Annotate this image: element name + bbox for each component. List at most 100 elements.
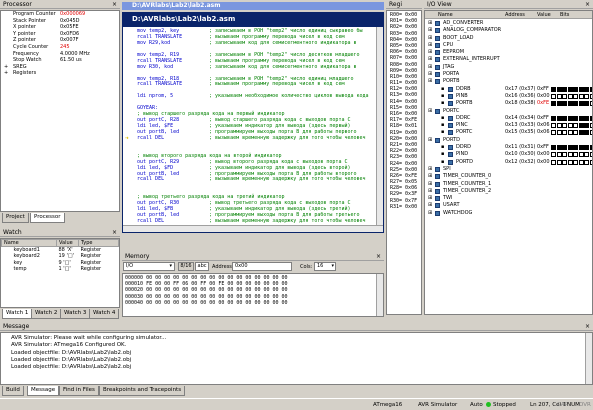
message-tab[interactable]: Build xyxy=(2,386,24,396)
expand-plus-icon[interactable]: ⊞ xyxy=(428,71,432,78)
editor-titlebar[interactable]: D:\AVRlabs\Lab2\lab2.asm xyxy=(122,12,384,26)
bit-indicator[interactable] xyxy=(567,86,573,92)
bit-indicator[interactable] xyxy=(589,101,592,107)
bit-indicator[interactable] xyxy=(551,159,556,165)
bit-indicator[interactable] xyxy=(578,130,584,136)
io-item[interactable]: ⊞ EEPROM xyxy=(425,49,592,56)
bit-indicator[interactable] xyxy=(573,145,578,151)
expand-plus-icon[interactable]: + xyxy=(4,64,8,71)
register-item[interactable]: R09= 0x00 xyxy=(387,68,417,74)
bit-indicator[interactable] xyxy=(573,159,578,165)
io-item[interactable]: ⊞ WATCHDOG xyxy=(425,210,592,217)
bit-indicator[interactable] xyxy=(584,115,589,121)
bit-indicator[interactable] xyxy=(562,145,567,151)
bit-indicator[interactable] xyxy=(562,86,567,92)
processor-row[interactable]: + Registers xyxy=(1,70,119,77)
bit-indicator[interactable] xyxy=(573,93,578,99)
register-item[interactable]: R14= 0x00 xyxy=(387,99,417,105)
expand-plus-icon[interactable]: ⊞ xyxy=(428,49,432,56)
bit-indicator[interactable] xyxy=(573,130,578,136)
message-tab[interactable]: Find in Files xyxy=(59,386,99,396)
bit-indicator[interactable] xyxy=(589,145,592,151)
memory-cols-select[interactable]: 16 ▾ xyxy=(314,262,336,271)
io-item[interactable]: ⊞ PORTA xyxy=(425,71,592,78)
memory-close-icon[interactable]: × xyxy=(376,252,381,261)
message-vscrollbar[interactable] xyxy=(585,333,592,384)
io-item[interactable]: ▪ PINC 0x13 (0x33) 0x06 xyxy=(425,122,592,129)
io-close-icon[interactable]: × xyxy=(585,0,590,9)
io-item[interactable]: ⊞ ANALOG_COMPARATOR xyxy=(425,27,592,34)
bit-indicator[interactable] xyxy=(584,123,589,129)
io-item[interactable]: ▪ DDRD 0x11 (0x31) 0xFF xyxy=(425,144,592,151)
register-item[interactable]: R18= 0x01 xyxy=(387,123,417,129)
register-item[interactable]: R29= 0x3F xyxy=(387,191,417,197)
bit-indicator[interactable] xyxy=(573,86,578,92)
bit-indicator[interactable] xyxy=(567,115,573,121)
bit-indicator[interactable] xyxy=(578,115,584,121)
processor-row[interactable]: Stack Pointer 0x045D xyxy=(1,18,119,25)
io-item[interactable]: ▪ DDRB 0x17 (0x37) 0xFF xyxy=(425,86,592,93)
bit-indicator[interactable] xyxy=(556,123,562,129)
io-item[interactable]: ⊞ SPI xyxy=(425,166,592,173)
memory-abc-button[interactable]: abc xyxy=(195,262,209,271)
expand-plus-icon[interactable]: + xyxy=(4,70,8,77)
expand-plus-icon[interactable]: ⊞ xyxy=(428,166,432,173)
expand-plus-icon[interactable]: ⊞ xyxy=(428,195,432,202)
bit-indicator[interactable] xyxy=(578,86,584,92)
bit-indicator[interactable] xyxy=(584,152,589,158)
watch-row[interactable]: keyboard1 88 'X' Register xyxy=(2,247,119,253)
bit-indicator[interactable] xyxy=(584,86,589,92)
bit-indicator[interactable] xyxy=(556,86,562,92)
watch-tab[interactable]: Watch 4 xyxy=(89,309,120,319)
editor-vscrollbar[interactable] xyxy=(376,27,383,226)
bit-indicator[interactable] xyxy=(589,130,592,136)
io-col-address[interactable]: Address xyxy=(505,11,525,19)
io-item[interactable]: ▪ PORTD 0x12 (0x32) 0x00 xyxy=(425,159,592,166)
bit-indicator[interactable] xyxy=(562,152,567,158)
editor-hscrollbar[interactable] xyxy=(123,225,383,232)
expand-plus-icon[interactable]: ⊞ xyxy=(428,56,432,63)
register-item[interactable]: R07= 0x00 xyxy=(387,55,417,61)
io-item[interactable]: ⊞ AD_CONVERTER xyxy=(425,20,592,27)
expand-plus-icon[interactable]: ⊞ xyxy=(428,20,432,27)
bit-indicator[interactable] xyxy=(578,159,584,165)
io-col-bits[interactable]: Bits xyxy=(560,11,569,19)
processor-row[interactable]: + SREG xyxy=(1,64,119,71)
watch-tab[interactable]: Watch 1 xyxy=(2,309,33,319)
bit-indicator[interactable] xyxy=(567,93,573,99)
register-item[interactable]: R24= 0x00 xyxy=(387,161,417,167)
bit-indicator[interactable] xyxy=(589,115,592,121)
bit-indicator[interactable] xyxy=(556,152,562,158)
register-item[interactable]: R30= 0x7F xyxy=(387,198,417,204)
register-item[interactable]: R31= 0x00 xyxy=(387,204,417,210)
watch-close-icon[interactable]: × xyxy=(112,228,117,237)
bit-indicator[interactable] xyxy=(584,145,589,151)
bit-indicator[interactable] xyxy=(556,115,562,121)
watch-row[interactable]: keyboard2 19 '□' Register xyxy=(2,253,119,260)
message-tab[interactable]: Message xyxy=(27,386,60,396)
expand-plus-icon[interactable]: ⊞ xyxy=(428,188,432,195)
expand-plus-icon[interactable]: ⊞ xyxy=(428,137,432,144)
bit-indicator[interactable] xyxy=(556,159,562,165)
expand-plus-icon[interactable]: ⊞ xyxy=(428,108,432,115)
expand-plus-icon[interactable]: ⊞ xyxy=(428,202,432,209)
io-item[interactable]: ▪ PORTB 0x18 (0x38) 0xFE xyxy=(425,100,592,107)
register-item[interactable]: R13= 0x00 xyxy=(387,92,417,98)
bit-indicator[interactable] xyxy=(562,123,567,129)
memory-line[interactable]: 000040 00 00 00 00 00 00 00 00 00 00 00 … xyxy=(123,300,288,306)
bit-indicator[interactable] xyxy=(551,130,556,136)
memory-space-select[interactable]: I/O ▾ xyxy=(123,262,175,271)
io-item[interactable]: ▪ PIND 0x10 (0x30) 0x00 xyxy=(425,151,592,158)
bit-indicator[interactable] xyxy=(562,159,567,165)
io-item[interactable]: ⊞ PORTD xyxy=(425,137,592,144)
bit-indicator[interactable] xyxy=(589,123,592,129)
io-item[interactable]: ⊞ TWI xyxy=(425,195,592,202)
io-item[interactable]: ⊞ EXTERNAL_INTERRUPT xyxy=(425,56,592,63)
bit-indicator[interactable] xyxy=(551,152,556,158)
io-item[interactable]: ⊞ PORTB xyxy=(425,78,592,85)
io-item[interactable]: ⊞ BOOT_LOAD xyxy=(425,35,592,42)
watch-col-type[interactable]: Type xyxy=(78,239,119,247)
io-item[interactable]: ▪ PORTC 0x15 (0x35) 0x06 xyxy=(425,129,592,136)
bit-indicator[interactable] xyxy=(578,93,584,99)
memory-line[interactable]: 000020 00 00 00 00 00 00 00 00 00 00 00 … xyxy=(123,287,288,293)
